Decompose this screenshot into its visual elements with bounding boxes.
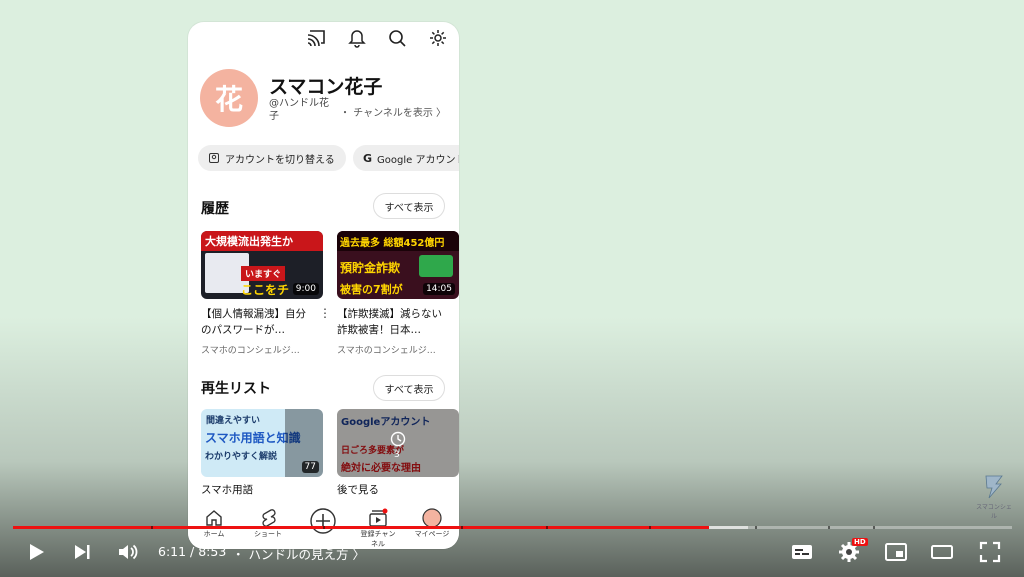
history-thumbnail-2[interactable]: 過去最多 総額452億円 預貯金詐欺 被害の7割が 14:05 — [337, 231, 459, 299]
chapter-marker — [461, 526, 463, 529]
chapter-marker — [546, 526, 548, 529]
history-show-all-button[interactable]: すべて表示 — [373, 193, 445, 219]
thumb-caption: わかりやすく解説 — [205, 452, 278, 462]
played-bar — [13, 526, 710, 529]
phone-screen: 花 スマコン花子 @ハンドル花子 ・ チャンネルを表示 〉 アカウントを切り替え… — [188, 22, 459, 549]
watermark-logo — [985, 475, 1003, 499]
clock-icon — [390, 431, 406, 447]
video-title[interactable]: 【個人情報漏洩】自分のパスワードが… — [201, 306, 309, 338]
avatar[interactable]: 花 — [200, 69, 258, 127]
bell-icon[interactable] — [347, 28, 367, 48]
playlist-thumbnail-1[interactable]: 間違えやすい スマホ用語と知識 わかりやすく解説 77 — [201, 409, 323, 477]
thumb-caption: 預貯金詐欺 — [340, 261, 401, 275]
video-background — [0, 0, 1024, 577]
chapter-marker — [151, 526, 153, 529]
thumb-caption: 大規模流出発生か — [201, 231, 323, 251]
thumb-caption: 被害の7割が — [340, 283, 403, 296]
cast-icon[interactable] — [306, 28, 326, 48]
switch-account-icon — [209, 153, 219, 163]
thumb-caption: 過去最多 総額452億円 — [337, 231, 459, 251]
watermark-text: スマコンシェル — [976, 504, 1012, 520]
video-duration: 14:05 — [423, 283, 455, 295]
switch-account-button[interactable]: アカウントを切り替える — [198, 145, 346, 171]
playlist-count: 3 — [394, 450, 400, 460]
profile-handle: @ハンドル花子 — [269, 98, 329, 122]
google-account-button[interactable]: G Google アカウント — [353, 145, 459, 171]
view-channel-link[interactable]: ・ チャンネルを表示 〉 — [340, 104, 446, 119]
search-icon[interactable] — [387, 28, 407, 48]
channel-watermark[interactable]: スマコンシェル — [974, 474, 1014, 520]
theater-mode-icon[interactable] — [930, 540, 954, 564]
subtitles-icon[interactable] — [790, 540, 814, 564]
gear-icon[interactable] — [428, 28, 448, 48]
player-controls: 6:11 / 8:53 ・ ハンドルの見え方 〉 HD — [0, 520, 1024, 577]
history-thumbnail-1[interactable]: 大規模流出発生か いますぐ ここをチ 9:00 — [201, 231, 323, 299]
next-icon[interactable] — [70, 540, 94, 564]
playlists-show-all-button[interactable]: すべて表示 — [373, 375, 445, 401]
volume-icon[interactable] — [116, 540, 140, 564]
chapter-marker — [755, 526, 757, 529]
thumb-caption: 間違えやすい — [206, 416, 261, 426]
video-duration: 9:00 — [292, 283, 319, 295]
hd-badge: HD — [852, 538, 868, 546]
top-icon-bar — [188, 22, 459, 52]
more-options-icon[interactable]: ⋮ — [454, 306, 459, 320]
video-channel: スマホのコンシェルジ… — [337, 346, 436, 356]
chapter-marker — [649, 526, 651, 529]
playlist-title[interactable]: 後で見る — [337, 482, 445, 498]
video-title[interactable]: 【詐欺撲滅】減らない詐欺被害！日本… — [337, 306, 445, 338]
thumb-card-graphic — [419, 255, 453, 277]
chapter-marker — [828, 526, 830, 529]
chapter-title[interactable]: ・ ハンドルの見え方 〉 — [232, 544, 365, 563]
avatar-initial: 花 — [214, 83, 243, 116]
thumb-caption: ここをチ — [241, 283, 290, 297]
profile-name: スマコン花子 — [269, 76, 383, 98]
time-display: 6:11 / 8:53 — [158, 544, 227, 559]
chapter-marker — [323, 526, 325, 529]
thumb-caption: いますぐ — [241, 266, 286, 281]
playlist-thumbnail-2[interactable]: Googleアカウント 日ごろ多要素が 絶対に必要な理由 3 — [337, 409, 459, 477]
google-g-icon: G — [363, 151, 373, 165]
switch-account-label: アカウントを切り替える — [225, 154, 335, 166]
video-channel: スマホのコンシェルジ… — [201, 346, 300, 356]
more-options-icon[interactable]: ⋮ — [319, 306, 331, 320]
history-heading: 履歴 — [201, 201, 229, 217]
google-account-label: Google アカウント — [377, 154, 459, 166]
playlist-count: 77 — [301, 461, 319, 473]
playlists-heading: 再生リスト — [201, 381, 271, 397]
fullscreen-icon[interactable] — [978, 540, 1002, 564]
miniplayer-icon[interactable] — [884, 540, 908, 564]
progress-bar[interactable] — [13, 526, 1012, 529]
playlist-title[interactable]: スマホ用語 — [201, 482, 309, 498]
play-icon[interactable] — [24, 540, 48, 564]
chapter-marker — [873, 526, 875, 529]
